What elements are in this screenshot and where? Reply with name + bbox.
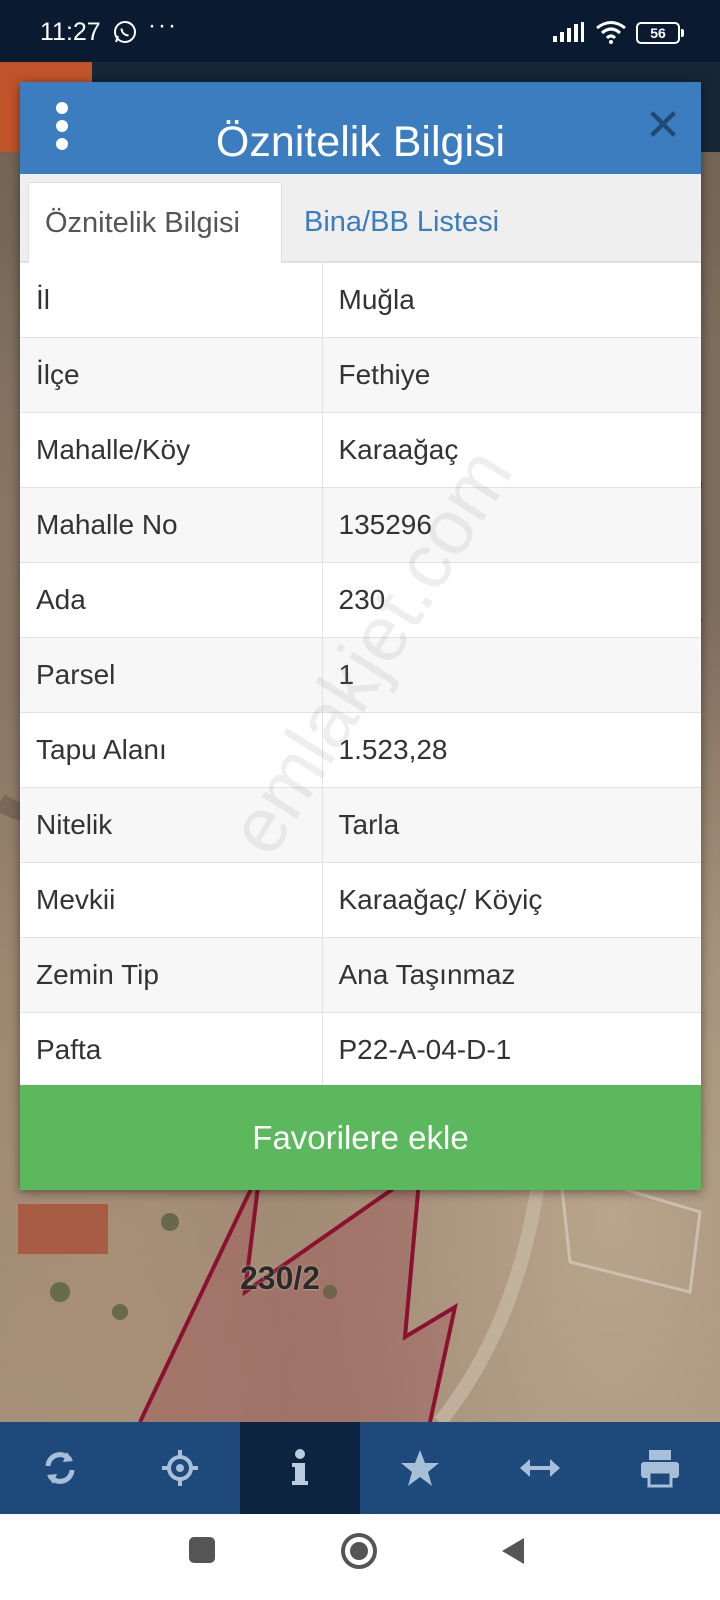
row-value: P22-A-04-D-1 — [322, 1012, 701, 1088]
row-key: Pafta — [20, 1012, 323, 1088]
table-row: Mahalle No 135296 — [20, 487, 701, 563]
row-key: Zemin Tip — [20, 937, 323, 1013]
clock: 11:27 — [40, 18, 101, 46]
row-key: Mevkii — [20, 862, 323, 938]
table-row: İl Muğla — [20, 262, 701, 338]
table-row: İlçe Fethiye — [20, 337, 701, 413]
row-key: İlçe — [20, 337, 323, 413]
table-row: Mevkii Karaağaç/ Köyiç — [20, 862, 701, 938]
row-key: Nitelik — [20, 787, 323, 863]
row-key: İl — [20, 262, 323, 338]
system-nav-bar — [0, 1514, 720, 1600]
row-key: Parsel — [20, 637, 323, 713]
close-icon[interactable]: ✕ — [643, 104, 683, 148]
row-value: 230 — [322, 562, 701, 638]
row-value: Karaağaç — [322, 412, 701, 488]
wifi-icon — [596, 21, 626, 44]
measure-icon[interactable] — [480, 1422, 600, 1514]
map-toolbar — [0, 1422, 720, 1514]
back-icon[interactable] — [500, 1536, 526, 1566]
tab-attributes[interactable]: Öznitelik Bilgisi — [28, 182, 282, 263]
table-row: Zemin Tip Ana Taşınmaz — [20, 937, 701, 1013]
row-value: 1.523,28 — [322, 712, 701, 788]
recents-icon[interactable] — [188, 1536, 216, 1564]
add-to-favorites-button[interactable]: Favorilere ekle — [20, 1085, 701, 1190]
table-row: Mahalle/Köy Karaağaç — [20, 412, 701, 488]
status-bar: 11:27 ··· 56 — [0, 0, 720, 62]
dialog-header: Öznitelik Bilgisi ✕ — [20, 82, 701, 174]
tab-building-list[interactable]: Bina/BB Listesi — [288, 182, 515, 263]
table-row: Nitelik Tarla — [20, 787, 701, 863]
locate-icon[interactable] — [120, 1422, 240, 1514]
table-row: Tapu Alanı 1.523,28 — [20, 712, 701, 788]
refresh-icon[interactable] — [0, 1422, 120, 1514]
signal-icon — [553, 22, 584, 42]
info-icon[interactable] — [240, 1422, 360, 1514]
row-key: Ada — [20, 562, 323, 638]
dialog-title: Öznitelik Bilgisi — [215, 118, 506, 166]
attribute-dialog: Öznitelik Bilgisi ✕ Öznitelik Bilgisi Bi… — [20, 82, 701, 1190]
row-value: Ana Taşınmaz — [322, 937, 701, 1013]
home-icon[interactable] — [340, 1532, 378, 1570]
row-value: 1 — [322, 637, 701, 713]
row-value: Karaağaç/ Köyiç — [322, 862, 701, 938]
battery-icon: 56 — [636, 22, 684, 44]
row-value: 135296 — [322, 487, 701, 563]
table-row: Parsel 1 — [20, 637, 701, 713]
notification-overflow-icon: ··· — [148, 12, 178, 39]
row-key: Tapu Alanı — [20, 712, 323, 788]
parcel-label: 230/2 — [240, 1260, 321, 1296]
print-icon[interactable] — [600, 1422, 720, 1514]
row-key: Mahalle/Köy — [20, 412, 323, 488]
row-key: Mahalle No — [20, 487, 323, 563]
star-icon[interactable] — [360, 1422, 480, 1514]
whatsapp-icon — [114, 21, 136, 43]
table-row: Pafta P22-A-04-D-1 — [20, 1012, 701, 1088]
attribute-table: İl Muğla İlçe Fethiye Mahalle/Köy Karaağ… — [20, 262, 701, 1088]
row-value: Tarla — [322, 787, 701, 863]
table-row: Ada 230 — [20, 562, 701, 638]
row-value: Muğla — [322, 262, 701, 338]
tab-bar: Öznitelik Bilgisi Bina/BB Listesi — [20, 174, 701, 263]
row-value: Fethiye — [322, 337, 701, 413]
